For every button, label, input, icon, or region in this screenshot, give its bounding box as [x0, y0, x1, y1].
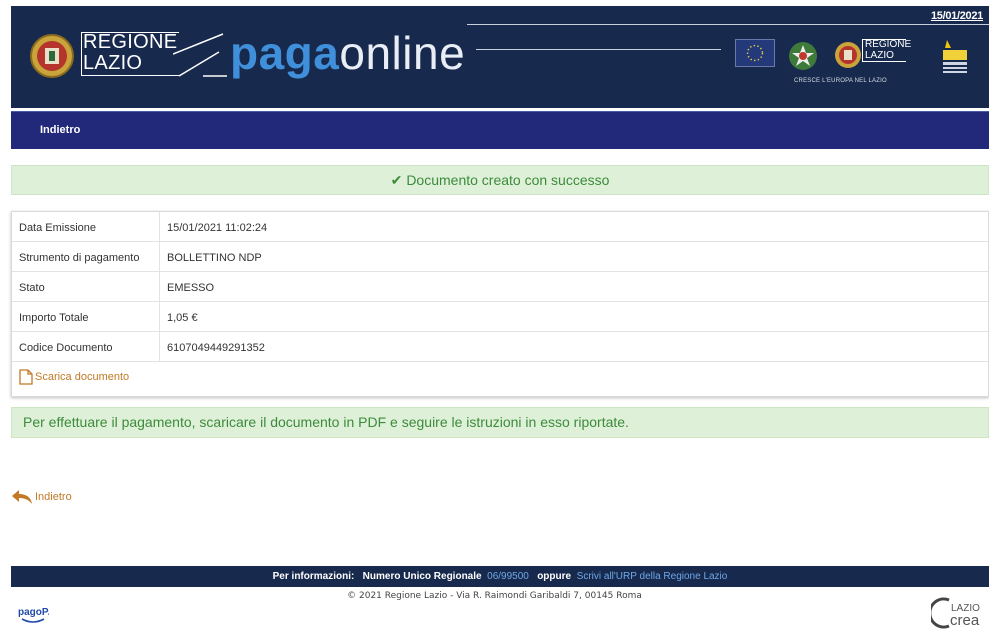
footer-numero-value[interactable]: 06/99500	[487, 571, 529, 582]
footer-info-prefix: Per informazioni:	[272, 571, 355, 582]
document-icon	[19, 369, 33, 385]
row-value: 6107049449291352	[167, 342, 265, 354]
eu-flag-icon	[735, 39, 775, 67]
por-fesr-logo-icon	[943, 40, 967, 73]
header-divider	[476, 49, 721, 50]
row-label: Data Emissione	[19, 222, 97, 234]
row-value: 1,05 €	[167, 312, 198, 324]
back-link[interactable]: Indietro	[11, 489, 72, 505]
pagopa-logo[interactable]: pagoPA	[17, 600, 49, 626]
row-label: Codice Documento	[19, 342, 113, 354]
header-date: 15/01/2021	[930, 10, 983, 22]
regione-lazio-small-emblem-icon	[835, 42, 861, 68]
row-value: EMESSO	[167, 282, 215, 294]
table-row: Strumento di pagamento BOLLETTINO NDP	[12, 242, 988, 272]
footer-numero-label: Numero Unico Regionale	[362, 571, 482, 582]
row-value: 15/01/2021 11:02:24	[167, 222, 268, 234]
footer-info-bar: Per informazioni: Numero Unico Regionale…	[11, 566, 989, 587]
row-value: BOLLETTINO NDP	[167, 252, 262, 264]
svg-text:crea: crea	[950, 612, 980, 629]
download-label: Scarica documento	[35, 371, 130, 383]
nav-back-link[interactable]: Indietro	[40, 124, 80, 136]
cresce-europa-caption: CRESCE L'EUROPA NEL LAZIO	[794, 78, 887, 84]
row-label: Stato	[19, 282, 45, 294]
row-label: Importo Totale	[19, 312, 89, 324]
lazio-crea-logo: LAZIO crea	[931, 596, 989, 630]
pagaonline-logo: pagaonline	[230, 27, 466, 79]
payment-instructions-alert: Per effettuare il pagamento, scaricare i…	[11, 407, 989, 438]
footer-oppure: oppure	[537, 571, 572, 582]
back-link-label: Indietro	[35, 491, 72, 503]
success-alert: ✔ Documento creato con successo	[11, 165, 989, 195]
nav-bar: Indietro	[11, 111, 989, 149]
checkmark-icon: ✔	[390, 172, 403, 188]
svg-text:pagoPA: pagoPA	[18, 607, 49, 618]
regione-lazio-logo: REGIONE LAZIO	[81, 31, 179, 76]
footer-urp-link[interactable]: Scrivi all'URP della Regione Lazio	[577, 571, 728, 582]
copyright-text: © 2021 Regione Lazio - Via R. Raimondi G…	[347, 591, 642, 601]
italian-republic-emblem-icon	[789, 42, 817, 70]
table-row: Importo Totale 1,05 €	[12, 302, 988, 332]
site-header: 15/01/2021 REGIONE LAZIO pagaonline REGI…	[11, 6, 989, 108]
success-message: Documento creato con successo	[406, 172, 610, 188]
table-row: Codice Documento 6107049449291352	[12, 332, 988, 362]
download-document-link[interactable]: Scarica documento	[19, 369, 129, 385]
document-details-panel: Data Emissione 15/01/2021 11:02:24 Strum…	[11, 211, 989, 397]
header-divider	[467, 24, 989, 25]
row-label: Strumento di pagamento	[19, 252, 140, 264]
table-row: Data Emissione 15/01/2021 11:02:24	[12, 212, 988, 242]
back-arrow-icon	[12, 490, 32, 504]
small-regione-lazio-logo: REGIONE LAZIO	[862, 39, 911, 62]
regione-lazio-emblem-icon	[30, 34, 74, 78]
logo-swoosh-icon	[173, 33, 227, 77]
table-row: Stato EMESSO	[12, 272, 988, 302]
